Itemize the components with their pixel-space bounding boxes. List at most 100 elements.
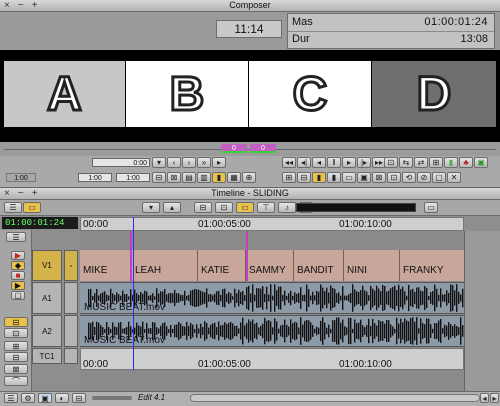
status-effect-button[interactable]: ◐ [55,393,69,403]
clip-leah[interactable]: LEAH [132,250,198,281]
review-button[interactable]: ⊞ [429,157,443,168]
composer-window-controls[interactable]: × − + [4,0,44,12]
segment-lift-tool[interactable]: ⊟ [4,317,28,327]
tool-b-button[interactable]: ⊡ [215,202,233,213]
mark-clip-yellow-button[interactable]: ▮ [212,172,226,183]
timeline-menu-button[interactable]: ☰ [4,202,22,213]
a2-track[interactable]: MUSIC BEAT.mov [80,315,464,347]
a1-track[interactable]: MUSIC BEAT.mov [80,282,464,314]
zoom-icon[interactable]: + [32,188,38,200]
bottom-button[interactable]: ⊡ [387,172,401,183]
timeline-window-controls[interactable]: × − + [4,188,44,200]
step-back-button[interactable]: ‹ [167,157,181,168]
composer-monitor[interactable]: A B C D [0,50,500,142]
field-b[interactable]: 1:00 [116,173,150,182]
clip-franky[interactable]: FRANKY [400,250,464,281]
sync-button[interactable]: ⊕ [242,172,256,183]
audio-level-button[interactable]: ♣ [459,157,473,168]
overwrite-button[interactable]: ▤ [182,172,196,183]
edit-marker-left[interactable] [130,231,132,281]
clip-sammy[interactable]: SAMMY [246,250,294,281]
timeline-titlebar[interactable]: Timeline - SLIDING [0,188,500,200]
extract-button[interactable]: ⊠ [167,172,181,183]
step-forward-frame-button[interactable]: |▸ [357,157,371,168]
timeline-expand-button[interactable]: ▭ [424,202,438,213]
pause-button[interactable]: ‖ [327,157,341,168]
composer-tc-display[interactable]: Mas 01:00:01:24 Dur 13:08 [287,13,495,49]
slip-button[interactable]: ⇆ [399,157,413,168]
slide-button[interactable]: ⇄ [414,157,428,168]
field-a[interactable]: 1:00 [78,173,112,182]
horizontal-scrollbar[interactable] [190,394,480,402]
close-icon[interactable]: × [4,0,10,12]
step-forward-button[interactable]: » [197,157,211,168]
track-v1-lock[interactable]: ▫ [64,250,78,281]
mark-clip-button[interactable]: ▮ [444,157,458,168]
slip-tool[interactable]: ⊟ [4,352,28,362]
segment-button[interactable]: ⊟ [297,172,311,183]
play-reverse-button[interactable]: ◂ [312,157,326,168]
playhead[interactable] [133,217,134,370]
scroll-left-button[interactable]: ◂ [480,393,489,403]
add-edit-tool[interactable]: ⊠ [4,364,28,374]
minimize-icon[interactable]: − [18,188,24,200]
roll-button[interactable]: ▭ [342,172,356,183]
splice-button[interactable]: ▥ [197,172,211,183]
track-header-a2[interactable]: A2 [32,315,62,347]
trim-left-counter[interactable]: 0 [221,144,247,153]
segment-extract-tool[interactable]: ⊡ [4,328,28,338]
record-track-tool[interactable]: ▶ [11,281,25,290]
composer-titlebar[interactable]: Composer [0,0,500,12]
track-menu-tool[interactable]: ☰ [6,232,26,242]
field-c[interactable]: 1:00 [6,173,36,182]
play-forward-button[interactable]: ▸ [342,157,356,168]
ripple-trim-button[interactable]: ▮ [327,172,341,183]
step-back-frame-button[interactable]: ◂| [297,157,311,168]
stop-button[interactable]: ⊘ [417,172,431,183]
loop-button[interactable]: ⟲ [402,172,416,183]
mute-tool[interactable]: ■ [11,271,25,280]
clip-bandit[interactable]: BANDIT [294,250,344,281]
track-header-a1[interactable]: A1 [32,282,62,314]
position-slider[interactable]: 0:00 [92,158,150,167]
minimize-icon[interactable]: − [18,0,24,12]
down-arrow-button[interactable]: ▴ [163,202,181,213]
go-to-out-button[interactable]: ▸ [212,157,226,168]
timeline-ruler-bottom[interactable]: 00:00 01:00:05:00 01:00:10:00 [80,348,464,370]
lift-button[interactable]: ⊟ [152,172,166,183]
track-tc1-lock[interactable] [64,348,78,364]
overwrite-trim-button[interactable]: ▮ [312,172,326,183]
status-settings-button[interactable]: ⚙ [21,393,35,403]
tool-d-button[interactable]: ⊤ [257,202,275,213]
play-button[interactable]: › [182,157,196,168]
clear-button[interactable]: ✕ [447,172,461,183]
track-a1-lock[interactable] [64,282,78,314]
lock-button[interactable]: ▢ [432,172,446,183]
timeline-ruler-top[interactable]: 00:00 01:00:05:00 01:00:10:00 [80,217,464,231]
track-a2-lock[interactable] [64,315,78,347]
status-zoom-out-button[interactable]: ⊟ [72,393,86,403]
fade-tool[interactable]: ⌒ [4,376,28,386]
clip-nini[interactable]: NINI [344,250,400,281]
mark-in-button[interactable]: ▾ [152,157,166,168]
rewind-button[interactable]: ◂◂ [282,157,296,168]
monitor-tool[interactable]: ▢ [11,291,25,300]
zoom-slider[interactable] [92,396,132,400]
match-frame-button[interactable]: ⊞ [282,172,296,183]
solo-tool[interactable]: ◆ [11,261,25,270]
v1-track[interactable]: MIKE LEAH KATIE SAMMY BANDIT NINI FRANKY [80,250,464,281]
timeline-timecode[interactable]: 01:00:01:24 [2,217,78,229]
composer-small-timecode[interactable]: 11:14 [216,20,282,38]
track-header-v1[interactable]: V1 [32,250,62,281]
record-tool[interactable]: ▶ [11,251,25,260]
clip-mike[interactable]: MIKE [80,250,132,281]
zoom-icon[interactable]: + [32,0,38,12]
trim-tool[interactable]: ⊞ [4,341,28,351]
add-edit-button[interactable]: ▦ [227,172,241,183]
trim-mode-button[interactable]: ⊡ [384,157,398,168]
effect-button[interactable]: ▣ [474,157,488,168]
up-arrow-button[interactable]: ▾ [142,202,160,213]
tool-a-button[interactable]: ⊟ [194,202,212,213]
status-menu-button[interactable]: ☰ [4,393,18,403]
trim-right-counter[interactable]: 0 [250,144,276,153]
